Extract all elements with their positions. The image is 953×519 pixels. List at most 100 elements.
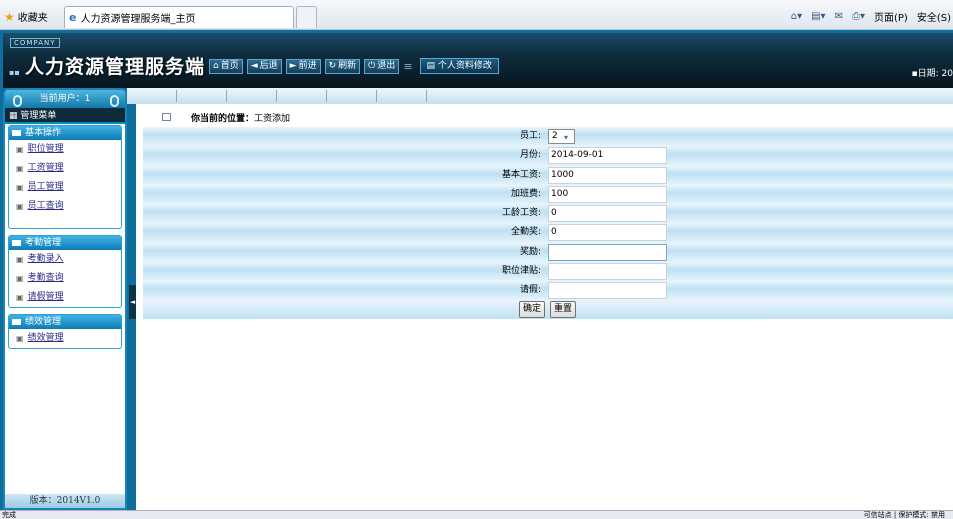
tab-slot[interactable] [327,90,377,102]
sidebar: 当前用户：1 ▦ 管理菜单 基本操作 ▣ 职位管理 ▣ 工资管理 ▣ 员工管理 ▣ 员工… [3,88,127,510]
sidebar-item-employee-query[interactable]: ▣ 员工查询 [9,197,121,216]
date-display: ▪日期: 20 [911,69,953,79]
seniority-label: 工龄工资: [501,208,541,218]
home-icon[interactable]: ⌂▾ [791,11,802,22]
attendance-bonus-input[interactable]: 0 [548,224,667,242]
form-row-reward: 奖励: [143,242,953,262]
form-row-employee: 员工: 2 ▾ [143,127,953,147]
company-logo: COMPANY [10,38,60,48]
sidebar-link[interactable]: 工资管理 [28,159,64,178]
location-prefix: 你当前的位置： [191,113,255,124]
base-salary-label: 基本工资: [501,169,541,180]
feed-icon[interactable]: ▤▾ [811,11,825,22]
leave-input[interactable] [548,282,667,299]
sidebar-link[interactable]: 考勤查询 [28,269,64,288]
base-salary-input[interactable]: 1000 [548,166,667,184]
favorites-button[interactable]: ★ 收藏夹 [4,9,48,25]
seniority-input[interactable]: 0 [548,205,667,222]
sidebar-link[interactable]: 绩效管理 [28,329,64,348]
print-icon[interactable]: ⎙▾ [852,11,865,22]
group-title: 绩效管理 [25,317,62,327]
main-content: 你当前的位置： 工资添加 员工: 2 ▾ 月份: 2014-09-01 基本工资… [136,104,953,510]
menu-lines-icon: ≡ [403,59,413,73]
doc-icon: ▣ [16,274,24,283]
reset-button[interactable]: 重置 [550,301,577,319]
tab-slot[interactable] [127,90,177,102]
tab-slot[interactable] [177,90,227,102]
browser-status-bar: 完成 可信站点 | 保护模式: 禁用 [0,510,953,519]
date-label: 日期: 20 [917,69,953,79]
browser-toolbar: ★ 收藏夹 e 人力资源管理服务端_主页 ⌂▾ ▤▾ ✉ ⎙▾ 页面(P) 安全… [0,0,953,30]
tab-slot[interactable] [377,90,427,102]
chevron-down-icon: ▾ [564,133,569,142]
employee-select[interactable]: 2 [548,129,575,144]
ie-icon: e [69,11,77,24]
month-input[interactable]: 2014-09-01 [548,147,667,165]
group-header[interactable]: 绩效管理 [9,315,121,329]
doc-icon: ▣ [16,145,24,154]
home-button[interactable]: ⌂ 首页 [209,58,243,74]
forward-button[interactable]: ► 前进 [285,58,321,74]
refresh-button[interactable]: ↻ 刷新 [324,58,361,74]
doc-icon: ▣ [16,183,24,192]
page-menu[interactable]: 页面(P) [874,9,908,24]
form-row-seniority: 工龄工资: 0 [143,204,953,224]
menu-group-attendance: 考勤管理 ▣ 考勤录入 ▣ 考勤查询 ▣ 请假管理 [8,235,122,308]
doc-icon: ▣ [16,164,24,173]
sidebar-link[interactable]: 员工查询 [28,197,64,216]
zone-status: 可信站点 | 保护模式: 禁用 [863,511,945,519]
reward-input[interactable] [548,243,667,261]
profile-edit-button[interactable]: ▤ 个人资料修改 [419,58,499,74]
sidebar-item-leave[interactable]: ▣ 请假管理 [9,288,121,307]
new-tab-button[interactable] [296,6,317,28]
logo-dots-icon: ▪▪ [9,68,20,77]
employee-label: 员工: [519,131,541,141]
sidebar-link[interactable]: 职位管理 [28,140,64,159]
browser-tools: ⌂▾ ▤▾ ✉ ⎙▾ 页面(P) 安全(S) [791,9,951,24]
mail-icon[interactable]: ✉ [835,11,843,22]
safety-menu[interactable]: 安全(S) [917,9,951,24]
sidebar-item-attendance-query[interactable]: ▣ 考勤查询 [9,269,121,288]
browser-tab[interactable]: e 人力资源管理服务端_主页 [64,6,294,28]
favorites-label: 收藏夹 [17,13,48,24]
app-title: 人力资源管理服务端 [25,56,206,78]
logout-button[interactable]: ⏻ 退出 [364,58,400,74]
leave-label: 请假: [519,285,541,295]
sidebar-item-position[interactable]: ▣ 职位管理 [9,140,121,159]
location-icon [162,113,171,121]
submit-button[interactable]: 确定 [519,301,546,319]
group-header[interactable]: 基本操作 [9,126,121,140]
sidebar-collapse-handle[interactable]: ◄ [129,285,136,319]
back-button[interactable]: ◄ 后退 [246,58,282,74]
form-row-base-salary: 基本工资: 1000 [143,165,953,185]
tab-slot[interactable] [227,90,277,102]
sidebar-item-performance[interactable]: ▣ 绩效管理 [9,329,121,348]
ring-icon [110,95,119,107]
profile-edit-label: 个人资料修改 [437,61,492,71]
group-title: 考勤管理 [25,238,62,248]
month-label: 月份: [519,150,541,161]
app-header: COMPANY 人力资源管理服务端 ▪▪ ⌂ 首页 ◄ 后退 ► 前进 ↻ 刷新 ⏻ 退出… [3,33,953,88]
sidebar-item-attendance-entry[interactable]: ▣ 考勤录入 [9,250,121,269]
sidebar-link[interactable]: 考勤录入 [28,250,64,269]
doc-icon: ▣ [16,334,24,343]
position-allowance-input[interactable] [548,262,667,280]
tab-slot[interactable] [277,90,327,102]
location-page: 工资添加 [254,113,291,124]
sidebar-link[interactable]: 员工管理 [28,178,64,197]
home-label: 首页 [220,60,239,71]
status-text: 完成 [2,511,16,519]
current-user: 当前用户：1 [39,94,91,104]
overtime-input[interactable]: 100 [548,185,667,203]
salary-form: 员工: 2 ▾ 月份: 2014-09-01 基本工资: 1000 加班费: 1… [143,127,953,320]
sidebar-item-employee[interactable]: ▣ 员工管理 [9,178,121,197]
form-row-leave: 请假: [143,281,953,301]
menu-grid-icon: ▦ [9,111,21,121]
menu-group-basic: 基本操作 ▣ 职位管理 ▣ 工资管理 ▣ 员工管理 ▣ 员工查询 [8,125,122,229]
menu-title: ▦ 管理菜单 [5,108,125,124]
sidebar-link[interactable]: 请假管理 [28,288,64,307]
sidebar-item-salary[interactable]: ▣ 工资管理 [9,159,121,178]
collapse-arrow-icon: ◄ [129,298,136,306]
reward-label: 奖励: [519,246,541,257]
group-header[interactable]: 考勤管理 [9,236,121,250]
